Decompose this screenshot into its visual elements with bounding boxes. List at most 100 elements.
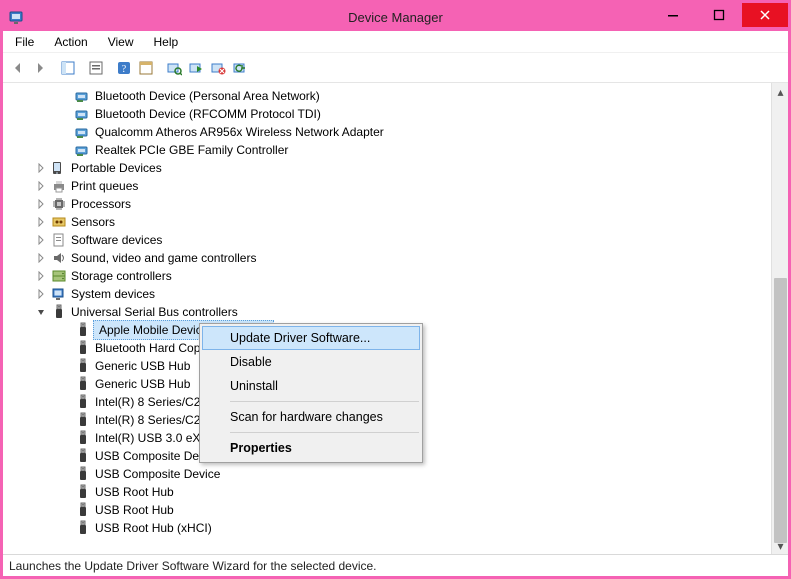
toolbar-uninstall-button[interactable] <box>207 56 229 80</box>
tree-node[interactable]: USB Composite Device <box>7 465 788 483</box>
toolbar-refresh-button[interactable] <box>229 56 251 80</box>
tree-node-label: Software devices <box>67 231 162 249</box>
tree-node[interactable]: Portable Devices <box>7 159 788 177</box>
tree-node[interactable]: USB Root Hub (xHCI) <box>7 519 788 537</box>
tree-node[interactable]: Bluetooth Device (RFCOMM Protocol TDI) <box>7 105 788 123</box>
context-menu-item[interactable]: Uninstall <box>202 374 420 398</box>
tree-node[interactable]: Software devices <box>7 231 788 249</box>
statusbar: Launches the Update Driver Software Wiza… <box>3 554 788 576</box>
tree-node-label: Print queues <box>67 177 138 195</box>
expander-closed-icon[interactable] <box>35 288 47 300</box>
tree-node[interactable]: Realtek PCIe GBE Family Controller <box>7 141 788 159</box>
tree-node[interactable]: Universal Serial Bus controllers <box>7 303 788 321</box>
context-menu-separator <box>230 432 419 433</box>
net-icon <box>75 88 91 104</box>
maximize-button[interactable] <box>696 3 742 27</box>
context-menu-item[interactable]: Scan for hardware changes <box>202 405 420 429</box>
window-title: Device Manager <box>348 10 443 25</box>
menubar: File Action View Help <box>3 31 788 53</box>
tree-node[interactable]: Sensors <box>7 213 788 231</box>
tree-node-label: Processors <box>67 195 131 213</box>
system-icon <box>51 286 67 302</box>
usb-icon <box>75 484 91 500</box>
tree-node[interactable]: Processors <box>7 195 788 213</box>
toolbar-help-button[interactable]: ? <box>113 56 135 80</box>
svg-text:?: ? <box>122 64 127 75</box>
usb-icon <box>75 466 91 482</box>
toolbar-back-button[interactable] <box>7 56 29 80</box>
sound-icon <box>51 250 67 266</box>
tree-node-label: Portable Devices <box>67 159 162 177</box>
menu-help[interactable]: Help <box>148 33 185 51</box>
usb-icon <box>51 304 67 320</box>
tree-node[interactable]: USB Root Hub <box>7 483 788 501</box>
device-tree[interactable]: ▴ ▾ Bluetooth Device (Personal Area Netw… <box>3 83 788 554</box>
tree-node[interactable]: Storage controllers <box>7 267 788 285</box>
expander-closed-icon[interactable] <box>35 270 47 282</box>
tree-node[interactable]: Bluetooth Device (Personal Area Network) <box>7 87 788 105</box>
cpu-icon <box>51 196 67 212</box>
context-menu-item[interactable]: Disable <box>202 350 420 374</box>
portable-icon <box>51 160 67 176</box>
expander-closed-icon[interactable] <box>35 162 47 174</box>
storage-icon <box>51 268 67 284</box>
tree-node[interactable]: Qualcomm Atheros AR956x Wireless Network… <box>7 123 788 141</box>
scroll-down-button[interactable]: ▾ <box>772 537 788 554</box>
expander-closed-icon[interactable] <box>35 180 47 192</box>
context-menu: Update Driver Software...DisableUninstal… <box>199 323 423 463</box>
tree-node[interactable]: USB Root Hub <box>7 501 788 519</box>
expander-closed-icon[interactable] <box>35 216 47 228</box>
tree-node-label: USB Root Hub (xHCI) <box>91 519 212 537</box>
tree-node[interactable]: Sound, video and game controllers <box>7 249 788 267</box>
usb-icon <box>75 448 91 464</box>
usb-icon <box>75 412 91 428</box>
usb-icon <box>75 358 91 374</box>
menu-file[interactable]: File <box>9 33 40 51</box>
context-menu-item[interactable]: Properties <box>202 436 420 460</box>
net-icon <box>75 124 91 140</box>
menu-view[interactable]: View <box>102 33 140 51</box>
usb-icon <box>75 322 91 338</box>
toolbar-forward-button[interactable] <box>29 56 51 80</box>
usb-icon <box>75 376 91 392</box>
toolbar-show-hide-tree-button[interactable] <box>57 56 79 80</box>
usb-icon <box>75 394 91 410</box>
scroll-up-button[interactable]: ▴ <box>772 83 788 100</box>
tree-node-label: Sound, video and game controllers <box>67 249 256 267</box>
tree-node-label: System devices <box>67 285 155 303</box>
device-manager-window: Device Manager File Action View Help ? <box>0 0 791 579</box>
toolbar: ? <box>3 53 788 83</box>
usb-icon <box>75 502 91 518</box>
expander-closed-icon[interactable] <box>35 198 47 210</box>
tree-node-label: USB Composite Device <box>91 465 220 483</box>
toolbar-scan-button[interactable] <box>163 56 185 80</box>
usb-icon <box>75 430 91 446</box>
titlebar[interactable]: Device Manager <box>3 3 788 31</box>
minimize-button[interactable] <box>650 3 696 27</box>
tree-node-label: Generic USB Hub <box>91 375 190 393</box>
tree-node-label: Qualcomm Atheros AR956x Wireless Network… <box>91 123 384 141</box>
soft-icon <box>51 232 67 248</box>
scrollbar-vertical[interactable]: ▴ ▾ <box>771 83 788 554</box>
window-controls <box>650 3 788 27</box>
toolbar-update-button[interactable] <box>185 56 207 80</box>
tree-node[interactable]: System devices <box>7 285 788 303</box>
tree-node-label: Realtek PCIe GBE Family Controller <box>91 141 288 159</box>
tree-node-label: Sensors <box>67 213 115 231</box>
tree-node[interactable]: Print queues <box>7 177 788 195</box>
scroll-thumb[interactable] <box>774 278 787 543</box>
close-button[interactable] <box>742 3 788 27</box>
toolbar-properties-button[interactable] <box>85 56 107 80</box>
toolbar-action-button[interactable] <box>135 56 157 80</box>
expander-closed-icon[interactable] <box>35 252 47 264</box>
tree-node-label: USB Root Hub <box>91 501 174 519</box>
expander-open-icon[interactable] <box>35 306 47 318</box>
expander-closed-icon[interactable] <box>35 234 47 246</box>
context-menu-item[interactable]: Update Driver Software... <box>202 326 420 350</box>
tree-node-label: Generic USB Hub <box>91 357 190 375</box>
app-icon <box>9 9 25 25</box>
menu-action[interactable]: Action <box>48 33 93 51</box>
context-menu-separator <box>230 401 419 402</box>
tree-node-label: Storage controllers <box>67 267 172 285</box>
status-text: Launches the Update Driver Software Wiza… <box>9 559 377 573</box>
